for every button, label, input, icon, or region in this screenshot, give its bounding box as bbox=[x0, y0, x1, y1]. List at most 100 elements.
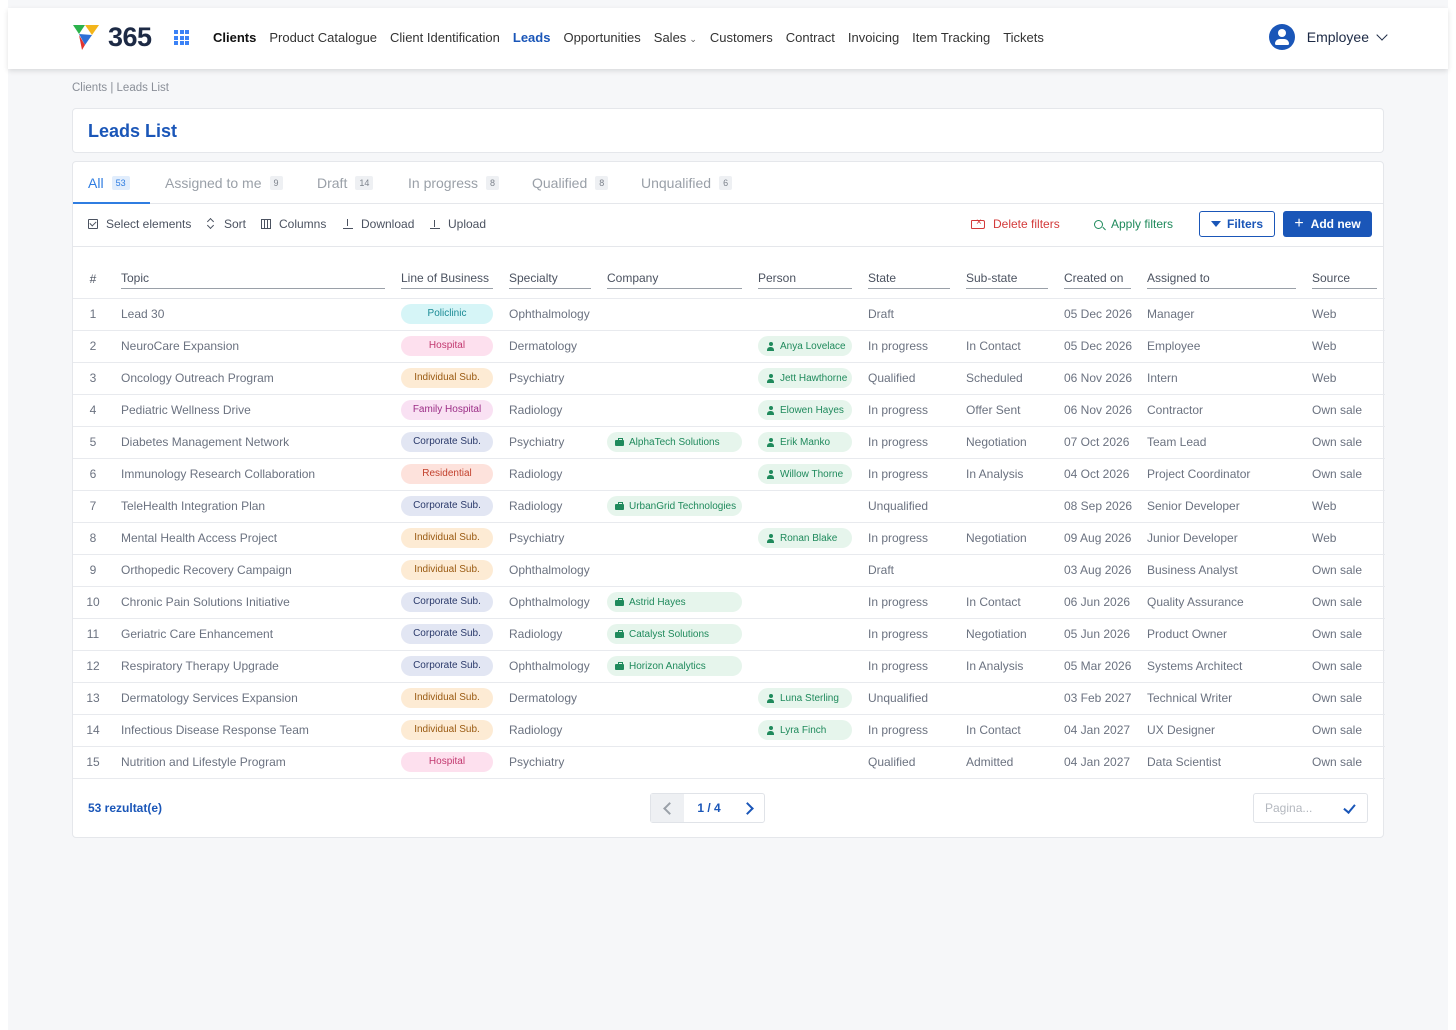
table-row[interactable]: 10 Chronic Pain Solutions Initiative Corpo… bbox=[73, 585, 1385, 618]
tab-in-progress[interactable]: In progress 8 bbox=[408, 175, 500, 191]
cell-assigned-to: Product Owner bbox=[1139, 617, 1304, 650]
line-of-business-badge: Corporate Sub. bbox=[401, 592, 493, 612]
tab-all[interactable]: All 53 bbox=[88, 175, 130, 191]
page-number-input[interactable] bbox=[1265, 801, 1345, 815]
cell-topic: Lead 30 bbox=[113, 297, 393, 330]
person-chip[interactable]: Jett Hawthorne bbox=[758, 368, 852, 388]
person-chip[interactable]: Willow Thorne bbox=[758, 464, 852, 484]
cell-state: Unqualified bbox=[860, 489, 958, 522]
table-row[interactable]: 1 Lead 30 Policlinic Ophthalmology Draft 05 D… bbox=[73, 297, 1385, 330]
person-chip[interactable]: Anya Lovelace bbox=[758, 336, 852, 356]
table-row[interactable]: 11 Geriatric Care Enhancement Corporate Su… bbox=[73, 617, 1385, 650]
column-header[interactable]: Topic bbox=[113, 262, 393, 298]
column-header[interactable]: Source bbox=[1304, 262, 1385, 298]
cell-assigned-to: Systems Architect bbox=[1139, 649, 1304, 682]
cell-topic: TeleHealth Integration Plan bbox=[113, 489, 393, 522]
table-row[interactable]: 13 Dermatology Services Expansion Individu… bbox=[73, 681, 1385, 714]
brand-logo[interactable]: 365 bbox=[72, 22, 162, 53]
nav-item-opportunities[interactable]: Opportunities bbox=[563, 30, 640, 47]
tab-unqualified[interactable]: Unqualified 6 bbox=[641, 175, 733, 191]
cell-state-text: In progress bbox=[868, 595, 929, 609]
table-row[interactable]: 14 Infectious Disease Response Team Indivi… bbox=[73, 713, 1385, 746]
table-row[interactable]: 12 Respiratory Therapy Upgrade Corporate S… bbox=[73, 649, 1385, 682]
person-chip[interactable]: Ronan Blake bbox=[758, 528, 852, 548]
column-header[interactable]: Specialty bbox=[501, 262, 599, 298]
table-row[interactable]: 2 NeuroCare Expansion Hospital Dermatology A… bbox=[73, 329, 1385, 362]
company-chip[interactable]: UrbanGrid Technologies bbox=[607, 496, 742, 516]
cell-specialty-text: Ophthalmology bbox=[509, 659, 590, 673]
tab-qualified[interactable]: Qualified 8 bbox=[532, 175, 609, 191]
table-row[interactable]: 3 Oncology Outreach Program Individual Sub… bbox=[73, 361, 1385, 394]
company-chip[interactable]: Catalyst Solutions bbox=[607, 624, 742, 644]
nav-item-product-catalogue[interactable]: Product Catalogue bbox=[269, 30, 377, 47]
column-header[interactable]: Person bbox=[750, 262, 860, 298]
cell-topic: Chronic Pain Solutions Initiative bbox=[113, 585, 393, 618]
table-row[interactable]: 4 Pediatric Wellness Drive Family Hospital… bbox=[73, 393, 1385, 426]
person-chip[interactable]: Lyra Finch bbox=[758, 720, 852, 740]
column-header-label: Sub-state bbox=[966, 271, 1048, 289]
column-header[interactable]: Company bbox=[599, 262, 750, 298]
nav-item-sales[interactable]: Sales ⌄ bbox=[654, 30, 697, 47]
company-name: Catalyst Solutions bbox=[629, 628, 710, 640]
nav-item-tickets[interactable]: Tickets bbox=[1003, 30, 1044, 47]
upload-label: Upload bbox=[448, 217, 487, 231]
column-header[interactable]: Assigned to bbox=[1139, 262, 1304, 298]
cell-topic: Pediatric Wellness Drive bbox=[113, 393, 393, 426]
company-chip[interactable]: Horizon Analytics bbox=[607, 656, 742, 676]
column-header[interactable]: # bbox=[73, 262, 113, 298]
apps-grid-icon[interactable] bbox=[174, 30, 189, 45]
cell-source: Own sale bbox=[1304, 393, 1385, 426]
table-row[interactable]: 8 Mental Health Access Project Individual … bbox=[73, 521, 1385, 554]
nav-item-leads[interactable]: Leads bbox=[513, 30, 551, 47]
briefcase-icon bbox=[615, 662, 624, 670]
cell-state-text: Unqualified bbox=[868, 499, 929, 513]
table-row[interactable]: 7 TeleHealth Integration Plan Corporate Su… bbox=[73, 489, 1385, 522]
person-chip[interactable]: Luna Sterling bbox=[758, 688, 852, 708]
cell-created-on: 08 Sep 2026 bbox=[1056, 489, 1139, 522]
cell-topic: NeuroCare Expansion bbox=[113, 329, 393, 362]
tab-draft[interactable]: Draft 14 bbox=[317, 175, 374, 191]
nav-item-client-identification[interactable]: Client Identification bbox=[390, 30, 500, 47]
upload-button[interactable]: Upload bbox=[430, 217, 486, 231]
column-header[interactable]: State bbox=[860, 262, 958, 298]
columns-button[interactable]: Columns bbox=[261, 217, 326, 231]
tab-label: Draft bbox=[317, 175, 348, 191]
check-icon[interactable] bbox=[1343, 801, 1356, 814]
nav-item-invoicing[interactable]: Invoicing bbox=[848, 30, 899, 47]
person-name: Luna Sterling bbox=[780, 692, 839, 704]
cell-topic: Immunology Research Collaboration bbox=[113, 457, 393, 490]
cell-topic-text: Respiratory Therapy Upgrade bbox=[121, 659, 279, 673]
table-row[interactable]: 5 Diabetes Management Network Corporate Su… bbox=[73, 425, 1385, 458]
delete-filters-button[interactable]: Delete filters bbox=[971, 217, 1060, 231]
person-chip[interactable]: Elowen Hayes bbox=[758, 400, 852, 420]
cell-substate-text: In Analysis bbox=[966, 467, 1024, 481]
sort-button[interactable]: Sort bbox=[206, 217, 246, 231]
table-row[interactable]: 15 Nutrition and Lifestyle Program Hospita… bbox=[73, 745, 1385, 779]
select-elements-button[interactable]: Select elements bbox=[88, 217, 191, 231]
column-header[interactable]: Sub-state bbox=[958, 262, 1056, 298]
company-chip[interactable]: Astrid Hayes bbox=[607, 592, 742, 612]
nav-item-item-tracking[interactable]: Item Tracking bbox=[912, 30, 990, 47]
apply-filters-button[interactable]: Apply filters bbox=[1094, 217, 1173, 231]
column-header[interactable]: Line of Business bbox=[393, 262, 501, 298]
company-chip[interactable]: AlphaTech Solutions bbox=[607, 432, 742, 452]
nav-item-contract[interactable]: Contract bbox=[786, 30, 835, 47]
tab-assigned-to-me[interactable]: Assigned to me 9 bbox=[165, 175, 283, 191]
next-page-button[interactable] bbox=[734, 794, 764, 822]
table-row[interactable]: 9 Orthopedic Recovery Campaign Individual … bbox=[73, 553, 1385, 586]
column-header[interactable]: Created on bbox=[1056, 262, 1139, 298]
download-button[interactable]: Download bbox=[343, 217, 414, 231]
cell-topic-text: Orthopedic Recovery Campaign bbox=[121, 563, 292, 577]
row-number-text: 3 bbox=[89, 371, 97, 385]
table-row[interactable]: 6 Immunology Research Collaboration Reside… bbox=[73, 457, 1385, 490]
nav-item-customers[interactable]: Customers bbox=[710, 30, 773, 47]
filters-button[interactable]: Filters bbox=[1199, 211, 1275, 237]
cell-assigned-to: Business Analyst bbox=[1139, 553, 1304, 586]
person-chip[interactable]: Erik Manko bbox=[758, 432, 852, 452]
add-new-button[interactable]: + Add new bbox=[1283, 211, 1372, 237]
cell-state: Qualified bbox=[860, 745, 958, 779]
briefcase-icon bbox=[615, 630, 624, 638]
user-menu[interactable]: Employee bbox=[1268, 24, 1388, 50]
nav-item-clients[interactable]: Clients bbox=[213, 30, 256, 47]
prev-page-button[interactable] bbox=[651, 794, 684, 822]
